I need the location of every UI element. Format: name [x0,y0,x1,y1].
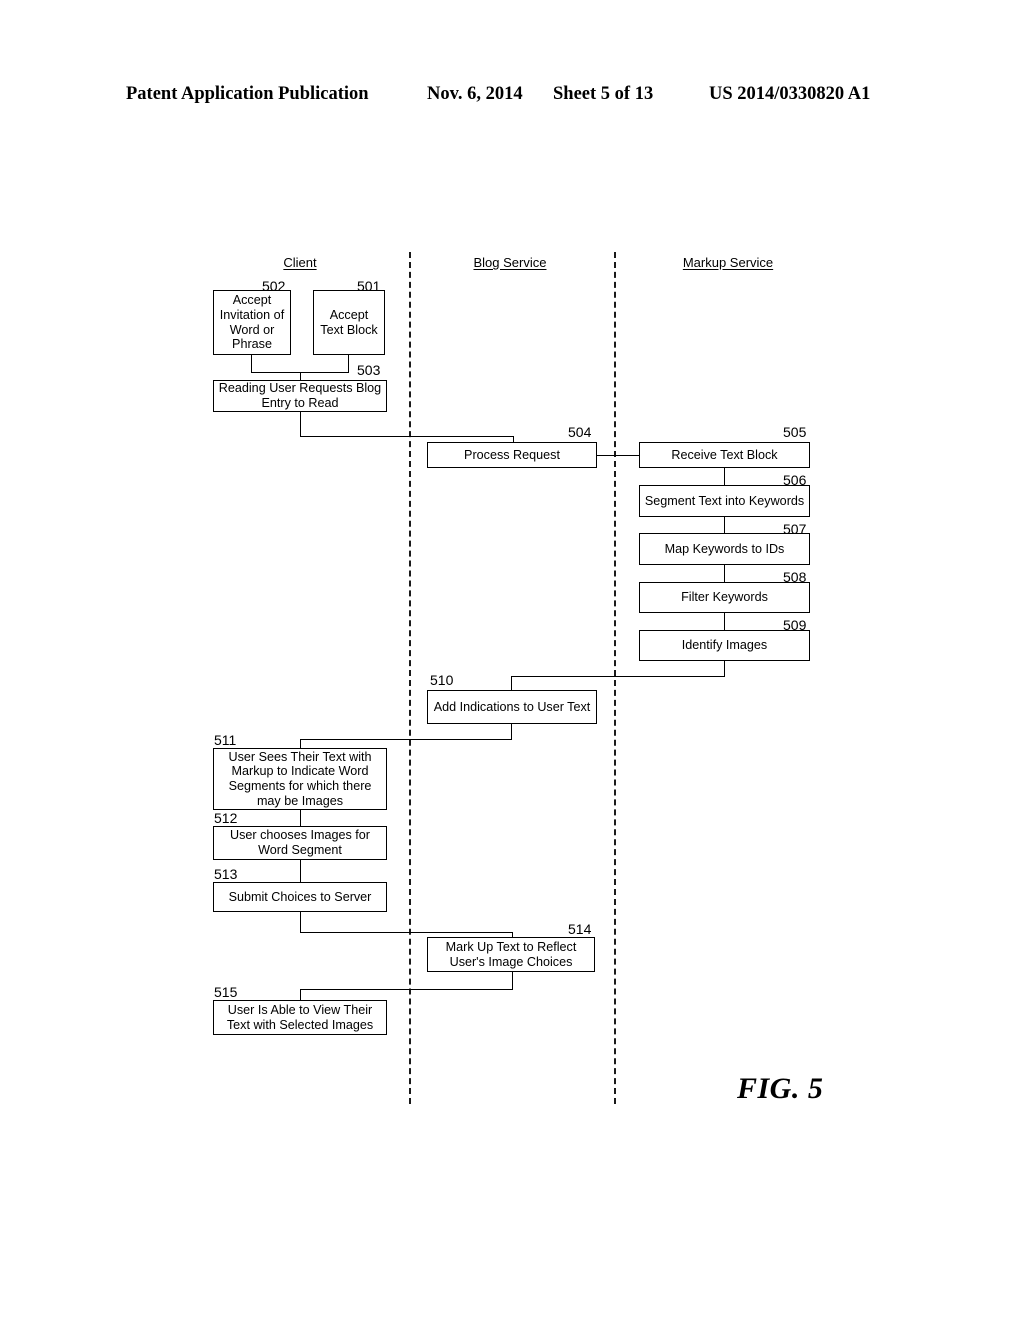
refnum-504: 504 [568,424,592,440]
refnum-514: 514 [568,921,592,937]
figure-caption: FIG. 5 [737,1072,824,1105]
connector-510-down [511,724,512,739]
connector-505-to-506 [724,468,725,485]
connector-into-511 [300,739,301,748]
lane-header-blog-service: Blog Service [473,255,547,270]
connector-into-515 [300,989,301,1000]
refnum-511: 511 [214,732,237,748]
refnum-508: 508 [783,569,807,585]
connector-509-down [724,661,725,676]
connector-into-510 [511,676,512,690]
process-box-504[interactable]: Process Request [427,442,597,468]
connector-514-to-515-horizontal [300,989,513,990]
refnum-502: 502 [262,278,286,294]
process-box-510[interactable]: Add Indications to User Text [427,690,597,724]
connector-512-to-513 [300,860,301,882]
process-box-503[interactable]: Reading User Requests Blog Entry to Read [213,380,387,412]
connector-513-down [300,912,301,932]
refnum-513: 513 [214,866,238,882]
connector-503-down [300,412,301,436]
process-box-501[interactable]: Accept Text Block [313,290,385,355]
connector-502-down [251,355,252,372]
lane-header-client: Client [283,255,317,270]
process-box-508[interactable]: Filter Keywords [639,582,810,613]
connector-511-to-512 [300,810,301,826]
refnum-503: 503 [357,362,381,378]
connector-509-to-510-horizontal [511,676,725,677]
lane-header-markup-service: Markup Service [682,255,774,270]
refnum-506: 506 [783,472,807,488]
process-box-515[interactable]: User Is Able to View Their Text with Sel… [213,1000,387,1035]
process-box-514[interactable]: Mark Up Text to Reflect User's Image Cho… [427,937,595,972]
connector-506-to-507 [724,517,725,533]
refnum-512: 512 [214,810,238,826]
figure-5-flowchart: Client Blog Service Markup Service 502 5… [0,0,1024,1320]
process-box-506[interactable]: Segment Text into Keywords [639,485,810,517]
connector-510-to-511-horizontal [300,739,512,740]
refnum-509: 509 [783,617,807,633]
connector-504-to-505 [597,455,640,456]
process-box-511[interactable]: User Sees Their Text with Markup to Indi… [213,748,387,810]
connector-507-to-508 [724,565,725,582]
refnum-510: 510 [430,672,454,688]
refnum-501: 501 [357,278,381,294]
lane-divider-blog-markup [614,252,616,1104]
connector-514-down [512,972,513,989]
connector-501-down [348,355,349,372]
connector-508-to-509 [724,613,725,630]
refnum-505: 505 [783,424,807,440]
connector-513-to-514-horizontal [300,932,513,933]
process-box-513[interactable]: Submit Choices to Server [213,882,387,912]
process-box-507[interactable]: Map Keywords to IDs [639,533,810,565]
process-box-505[interactable]: Receive Text Block [639,442,810,468]
refnum-507: 507 [783,521,807,537]
refnum-515: 515 [214,984,238,1000]
process-box-502[interactable]: Accept Invitation of Word or Phrase [213,290,291,355]
connector-503-to-504-horizontal [300,436,514,437]
lane-divider-client-blog [409,252,411,1104]
process-box-509[interactable]: Identify Images [639,630,810,661]
process-box-512[interactable]: User chooses Images for Word Segment [213,826,387,860]
connector-bridge-to-503 [300,372,301,380]
